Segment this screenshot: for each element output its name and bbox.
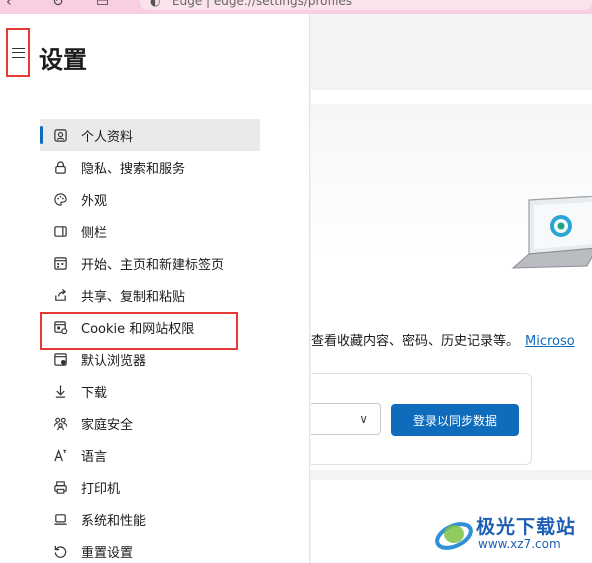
sidebar-item-label: 外观 (81, 193, 108, 209)
sidebar-item-label: 家庭安全 (81, 417, 134, 433)
sidebar-item-label: 系统和性能 (81, 513, 147, 529)
lock-icon (52, 159, 68, 175)
home-grid-icon (52, 255, 68, 271)
sidebar-item-reset[interactable]: 重置设置 (40, 535, 260, 563)
sidebar-item-default-browser[interactable]: 默认浏览器 (40, 343, 260, 375)
sign-in-sync-button[interactable]: 登录以同步数据 (391, 404, 519, 436)
microsoft-link[interactable]: Microso (525, 334, 575, 349)
watermark-title: 极光下载站 (476, 516, 577, 538)
settings-nav: 个人资料 隐私、搜索和服务 外观 侧栏 开始、主页和新建标签页 共享、复制和粘贴… (40, 119, 260, 563)
page-title: 设置 (39, 46, 87, 74)
back-icon[interactable]: ‹ (6, 0, 12, 10)
profiles-content: 查看收藏内容、密码、历史记录等。 Microso ∨ 登录以同步数据 (311, 14, 592, 563)
sidebar-item-system[interactable]: 系统和性能 (40, 503, 260, 535)
site-watermark: 极光下载站 www.xz7.com (432, 510, 592, 560)
sidebar-item-appearance[interactable]: 外观 (40, 183, 260, 215)
sidebar-item-label: 默认浏览器 (81, 353, 147, 369)
sync-description: 查看收藏内容、密码、历史记录等。 Microso (311, 330, 575, 349)
sidebar-item-start-home[interactable]: 开始、主页和新建标签页 (40, 247, 260, 279)
sidebar-item-languages[interactable]: 语言 (40, 439, 260, 471)
sidebar-item-label: 隐私、搜索和服务 (81, 161, 186, 177)
sidebar-item-label: 开始、主页和新建标签页 (81, 257, 225, 273)
sidebar-item-label: 打印机 (81, 481, 121, 497)
settings-sidebar: 设置 个人资料 隐私、搜索和服务 外观 侧栏 开始、主页和新建标签页 共享、复制… (0, 14, 310, 563)
cookie-permissions-icon (52, 319, 68, 335)
sidebar-item-label: 语言 (81, 449, 108, 465)
family-icon (52, 415, 68, 431)
browser-toolbar: ‹ ↻ ▭ ◐ Edge | edge://settings/profiles (0, 0, 592, 14)
laptop-icon (52, 511, 68, 527)
edge-logo-icon: ◐ (150, 0, 161, 8)
watermark-logo-icon (435, 522, 473, 550)
address-text: Edge | edge://settings/profiles (172, 0, 353, 8)
reset-icon (52, 543, 68, 559)
browser-icon (52, 351, 68, 367)
profile-dropdown[interactable]: ∨ (311, 403, 381, 435)
sidebar-item-share[interactable]: 共享、复制和粘贴 (40, 279, 260, 311)
sidebar-item-downloads[interactable]: 下载 (40, 375, 260, 407)
hamburger-icon (11, 47, 25, 58)
sidebar-item-label: 侧栏 (81, 225, 108, 241)
menu-button[interactable] (6, 28, 30, 77)
palette-icon (52, 191, 68, 207)
description-text: 查看收藏内容、密码、历史记录等。 (311, 334, 520, 349)
sidebar-item-label: 重置设置 (81, 545, 134, 561)
sidebar-icon (52, 223, 68, 239)
sidebar-item-label: 共享、复制和粘贴 (81, 289, 186, 305)
language-icon (52, 447, 68, 463)
tabs-icon[interactable]: ▭ (96, 0, 109, 10)
sidebar-item-sidebar[interactable]: 侧栏 (40, 215, 260, 247)
share-icon (52, 287, 68, 303)
sidebar-item-profiles[interactable]: 个人资料 (40, 119, 260, 151)
sidebar-item-privacy[interactable]: 隐私、搜索和服务 (40, 151, 260, 183)
printer-icon (52, 479, 68, 495)
sidebar-item-printers[interactable]: 打印机 (40, 471, 260, 503)
sidebar-item-label: 下载 (81, 385, 108, 401)
profile-icon (52, 127, 68, 143)
chevron-down-icon: ∨ (359, 412, 368, 426)
sidebar-item-label: Cookie 和网站权限 (81, 321, 195, 337)
laptop-illustration (511, 196, 592, 269)
sidebar-item-family[interactable]: 家庭安全 (40, 407, 260, 439)
watermark-url: www.xz7.com (478, 537, 561, 551)
sidebar-item-label: 个人资料 (81, 129, 134, 145)
sidebar-item-cookies[interactable]: Cookie 和网站权限 (40, 311, 260, 343)
refresh-icon[interactable]: ↻ (52, 0, 64, 10)
download-icon (52, 383, 68, 399)
